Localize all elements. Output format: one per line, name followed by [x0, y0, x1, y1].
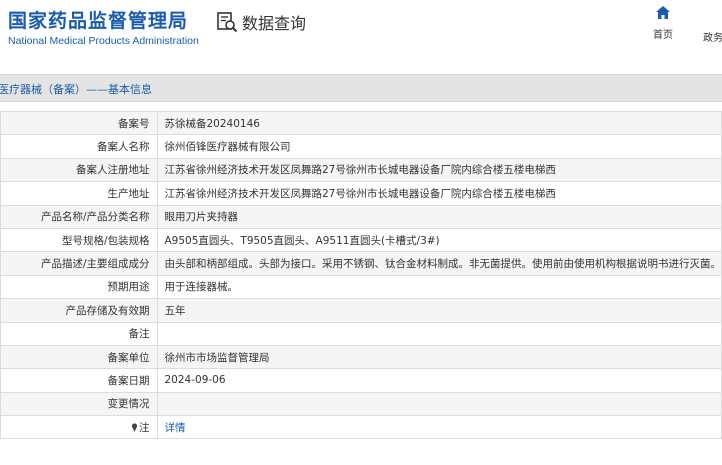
- note-label-cell: 注: [0, 415, 158, 440]
- table-row: 备案人名称 徐州佰锋医疗器械有限公司: [0, 134, 722, 159]
- record-detail-table: 备案号 苏徐械备20240146 备案人名称 徐州佰锋医疗器械有限公司 备案人注册地址江…: [0, 110, 722, 440]
- nav-government[interactable]: 政务: [703, 26, 722, 45]
- logo-title-en: National Medical Products Administration: [8, 35, 199, 47]
- site-logo[interactable]: 国家药品监督管理局 National Medical Products Admi…: [8, 6, 199, 47]
- note-label: 注: [139, 421, 150, 434]
- document-search-icon: [217, 12, 238, 33]
- field-value: 眼用刀片夹持器: [156, 204, 722, 229]
- field-label: 备案日期: [0, 368, 158, 393]
- site-header: 国家药品监督管理局 National Medical Products Admi…: [0, 0, 722, 50]
- field-value: A9505直圆头、T9505直圆头、A9511直圆头(卡槽式/3#): [156, 227, 722, 253]
- section-title: 医疗器械（备案）——基本信息: [0, 83, 152, 96]
- query-title-text: 数据查询: [242, 14, 307, 33]
- field-value: 徐州市市场监督管理局: [156, 344, 722, 370]
- field-value: 苏徐械备20240146: [156, 110, 722, 136]
- field-value: 2024-09-06: [156, 368, 722, 393]
- note-value-cell: 详情: [156, 415, 722, 440]
- nav-government-label: 政务: [703, 33, 722, 44]
- data-query-title: 数据查询: [216, 10, 306, 34]
- field-value: 由头部和柄部组成。头部为接口。采用不锈钢、钛合金材料制成。非无菌提供。使用前由使…: [156, 251, 722, 276]
- pin-icon: [131, 423, 138, 432]
- table-row: 型号规格/包装规格 A9505直圆头、T9505直圆头、A9511直圆头(卡槽式/…: [0, 227, 722, 253]
- details-link[interactable]: 详情: [165, 422, 186, 434]
- field-value: [156, 391, 722, 417]
- field-value: 江苏省徐州经济技术开发区凤舞路27号徐州市长城电器设备厂院内综合楼五楼电梯西: [156, 157, 722, 183]
- field-label: 产品描述/主要组成成分: [0, 251, 158, 276]
- table-row: 产品名称/产品分类名称 眼用刀片夹持器: [0, 204, 722, 229]
- table-row: 生产地址 江苏省徐州经济技术开发区凤舞路27号徐州市长城电器设备厂院内综合楼五楼电…: [0, 181, 722, 206]
- nav-home-label: 首页: [653, 30, 673, 41]
- field-value: 江苏省徐州经济技术开发区凤舞路27号徐州市长城电器设备厂院内综合楼五楼电梯西: [156, 181, 722, 206]
- home-icon: [656, 6, 670, 19]
- field-label: 预期用途: [0, 274, 158, 300]
- field-value: 五年: [156, 298, 722, 323]
- field-label: 产品名称/产品分类名称: [0, 204, 158, 229]
- section-header: 医疗器械（备案）——基本信息: [0, 74, 722, 102]
- field-label: 产品存储及有效期: [0, 298, 158, 323]
- logo-title-cn: 国家药品监督管理局: [8, 10, 189, 32]
- table-row: 备案号 苏徐械备20240146: [0, 110, 722, 136]
- field-value: 徐州佰锋医疗器械有限公司: [156, 134, 722, 159]
- field-value: [156, 321, 722, 346]
- table-row: 预期用途 用于连接器械。: [0, 274, 722, 300]
- table-row: 备案单位 徐州市市场监督管理局: [0, 344, 722, 370]
- table-row: 备案人注册地址 江苏省徐州经济技术开发区凤舞路27号徐州市长城电器设备厂院内综合楼…: [0, 157, 722, 183]
- field-label: 备案人名称: [0, 134, 158, 159]
- table-row: 产品描述/主要组成成分 由头部和柄部组成。头部为接口。采用不锈钢、钛合金材料制成。…: [0, 251, 722, 276]
- field-label: 备案人注册地址: [0, 157, 158, 183]
- field-label: 备案号: [0, 110, 158, 136]
- table-row-note: 注 详情: [0, 415, 722, 440]
- field-label: 变更情况: [0, 391, 158, 417]
- field-label: 型号规格/包装规格: [0, 227, 158, 253]
- table-row: 变更情况: [0, 391, 722, 417]
- table-row: 备案日期 2024-09-06: [0, 368, 722, 393]
- table-row: 产品存储及有效期 五年: [0, 298, 722, 323]
- field-label: 备案单位: [0, 344, 158, 370]
- nav-home[interactable]: 首页: [648, 6, 678, 42]
- field-value: 用于连接器械。: [156, 274, 722, 300]
- field-label: 生产地址: [0, 181, 158, 206]
- field-label: 备注: [0, 321, 158, 346]
- table-row: 备注: [0, 321, 722, 346]
